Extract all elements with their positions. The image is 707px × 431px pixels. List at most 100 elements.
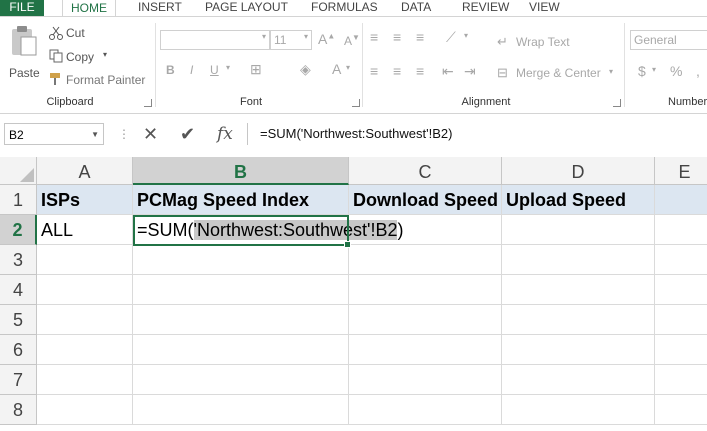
underline-icon[interactable]: U bbox=[210, 63, 219, 77]
align-right-icon[interactable]: ≡ bbox=[416, 63, 424, 79]
align-left-icon[interactable]: ≡ bbox=[370, 63, 378, 79]
merge-dropdown-icon[interactable]: ▾ bbox=[609, 67, 613, 76]
alignment-launcher-icon[interactable] bbox=[613, 99, 621, 107]
paste-button[interactable]: Paste bbox=[6, 23, 42, 83]
column-header-c[interactable]: C bbox=[349, 157, 502, 185]
grow-font-icon[interactable]: A▲ bbox=[318, 31, 335, 47]
cell-a3[interactable] bbox=[37, 245, 133, 275]
cell-e2[interactable] bbox=[655, 215, 707, 245]
row-header-5[interactable]: 5 bbox=[0, 305, 37, 335]
cell-b2-edit-text[interactable]: =SUM('Northwest:Southwest'!B2) bbox=[137, 215, 403, 245]
cell-a2[interactable]: ALL bbox=[37, 215, 133, 245]
tab-view[interactable]: VIEW bbox=[529, 0, 560, 16]
copy-dropdown-icon[interactable]: ▾ bbox=[103, 50, 107, 59]
cell-d8[interactable] bbox=[502, 395, 655, 425]
comma-icon[interactable]: , bbox=[696, 63, 700, 79]
percent-icon[interactable]: % bbox=[670, 63, 682, 79]
font-size-dropdown-icon[interactable]: ▾ bbox=[304, 32, 308, 41]
row-header-6[interactable]: 6 bbox=[0, 335, 37, 365]
column-header-e[interactable]: E bbox=[655, 157, 707, 185]
tab-review[interactable]: REVIEW bbox=[462, 0, 509, 16]
cell-b3[interactable] bbox=[133, 245, 349, 275]
cell-e8[interactable] bbox=[655, 395, 707, 425]
cell-b8[interactable] bbox=[133, 395, 349, 425]
row-header-3[interactable]: 3 bbox=[0, 245, 37, 275]
cell-e6[interactable] bbox=[655, 335, 707, 365]
tab-formulas[interactable]: FORMULAS bbox=[311, 0, 378, 16]
cell-d1[interactable]: Upload Speed bbox=[502, 185, 655, 215]
tab-file[interactable]: FILE bbox=[0, 0, 44, 16]
cell-c3[interactable] bbox=[349, 245, 502, 275]
cell-b6[interactable] bbox=[133, 335, 349, 365]
format-painter-button[interactable]: Format Painter bbox=[66, 73, 145, 87]
align-center-icon[interactable]: ≡ bbox=[393, 63, 401, 79]
cell-e7[interactable] bbox=[655, 365, 707, 395]
select-all-corner[interactable] bbox=[0, 157, 37, 185]
clipboard-launcher-icon[interactable] bbox=[144, 99, 152, 107]
name-box[interactable]: B2 ▼ bbox=[4, 123, 104, 145]
cell-c4[interactable] bbox=[349, 275, 502, 305]
row-header-2[interactable]: 2 bbox=[0, 215, 37, 245]
copy-button[interactable]: Copy bbox=[66, 50, 94, 64]
orientation-dropdown-icon[interactable]: ▾ bbox=[464, 31, 468, 40]
font-size-combo[interactable]: 11 ▾ bbox=[270, 30, 312, 50]
cell-e4[interactable] bbox=[655, 275, 707, 305]
fill-color-icon[interactable]: ◈ bbox=[300, 61, 311, 78]
font-name-combo[interactable]: ▾ bbox=[160, 30, 270, 50]
cell-b5[interactable] bbox=[133, 305, 349, 335]
cut-button[interactable]: Cut bbox=[66, 26, 85, 40]
cell-b7[interactable] bbox=[133, 365, 349, 395]
align-top-icon[interactable]: ≡ bbox=[370, 29, 378, 45]
bold-icon[interactable]: B bbox=[166, 63, 175, 77]
currency-icon[interactable]: $ bbox=[638, 63, 646, 79]
font-color-icon[interactable]: A bbox=[332, 61, 341, 77]
cell-a4[interactable] bbox=[37, 275, 133, 305]
cell-c6[interactable] bbox=[349, 335, 502, 365]
decrease-indent-icon[interactable]: ⇤ bbox=[442, 63, 454, 80]
cell-a7[interactable] bbox=[37, 365, 133, 395]
insert-function-button[interactable]: fx bbox=[217, 123, 233, 145]
currency-dropdown-icon[interactable]: ▾ bbox=[652, 65, 656, 74]
row-header-8[interactable]: 8 bbox=[0, 395, 37, 425]
tab-data[interactable]: DATA bbox=[401, 0, 431, 16]
cell-a8[interactable] bbox=[37, 395, 133, 425]
cancel-entry-icon[interactable]: ✕ bbox=[143, 123, 158, 145]
wrap-text-button[interactable]: Wrap Text bbox=[516, 35, 570, 49]
font-name-dropdown-icon[interactable]: ▾ bbox=[262, 32, 266, 41]
font-launcher-icon[interactable] bbox=[352, 99, 360, 107]
font-color-dropdown-icon[interactable]: ▾ bbox=[346, 63, 350, 72]
cell-d7[interactable] bbox=[502, 365, 655, 395]
cell-d4[interactable] bbox=[502, 275, 655, 305]
row-header-1[interactable]: 1 bbox=[0, 185, 37, 215]
cell-a1[interactable]: ISPs bbox=[37, 185, 133, 215]
row-header-7[interactable]: 7 bbox=[0, 365, 37, 395]
tab-page-layout[interactable]: PAGE LAYOUT bbox=[205, 0, 288, 16]
underline-dropdown-icon[interactable]: ▾ bbox=[226, 63, 230, 72]
merge-center-button[interactable]: Merge & Center bbox=[516, 66, 601, 80]
column-header-b[interactable]: B bbox=[133, 157, 349, 185]
align-middle-icon[interactable]: ≡ bbox=[393, 29, 401, 45]
cell-b1[interactable]: PCMag Speed Index bbox=[133, 185, 349, 215]
cell-c5[interactable] bbox=[349, 305, 502, 335]
cell-e3[interactable] bbox=[655, 245, 707, 275]
column-header-d[interactable]: D bbox=[502, 157, 655, 185]
cell-c1[interactable]: Download Speed bbox=[349, 185, 502, 215]
italic-icon[interactable]: I bbox=[190, 63, 193, 77]
confirm-entry-icon[interactable]: ✔ bbox=[180, 123, 195, 145]
borders-icon[interactable]: ⊞ bbox=[250, 61, 262, 78]
cell-c7[interactable] bbox=[349, 365, 502, 395]
cell-d5[interactable] bbox=[502, 305, 655, 335]
increase-indent-icon[interactable]: ⇥ bbox=[464, 63, 476, 80]
column-header-a[interactable]: A bbox=[37, 157, 133, 185]
cell-a6[interactable] bbox=[37, 335, 133, 365]
cell-e5[interactable] bbox=[655, 305, 707, 335]
cell-c8[interactable] bbox=[349, 395, 502, 425]
name-box-dropdown-icon[interactable]: ▼ bbox=[91, 124, 99, 146]
cell-a5[interactable] bbox=[37, 305, 133, 335]
row-header-4[interactable]: 4 bbox=[0, 275, 37, 305]
cell-d6[interactable] bbox=[502, 335, 655, 365]
orientation-icon[interactable]: ⟋ bbox=[446, 29, 456, 46]
number-format-combo[interactable]: General bbox=[630, 30, 707, 50]
shrink-font-icon[interactable]: A▼ bbox=[344, 33, 360, 48]
align-bottom-icon[interactable]: ≡ bbox=[416, 29, 424, 45]
